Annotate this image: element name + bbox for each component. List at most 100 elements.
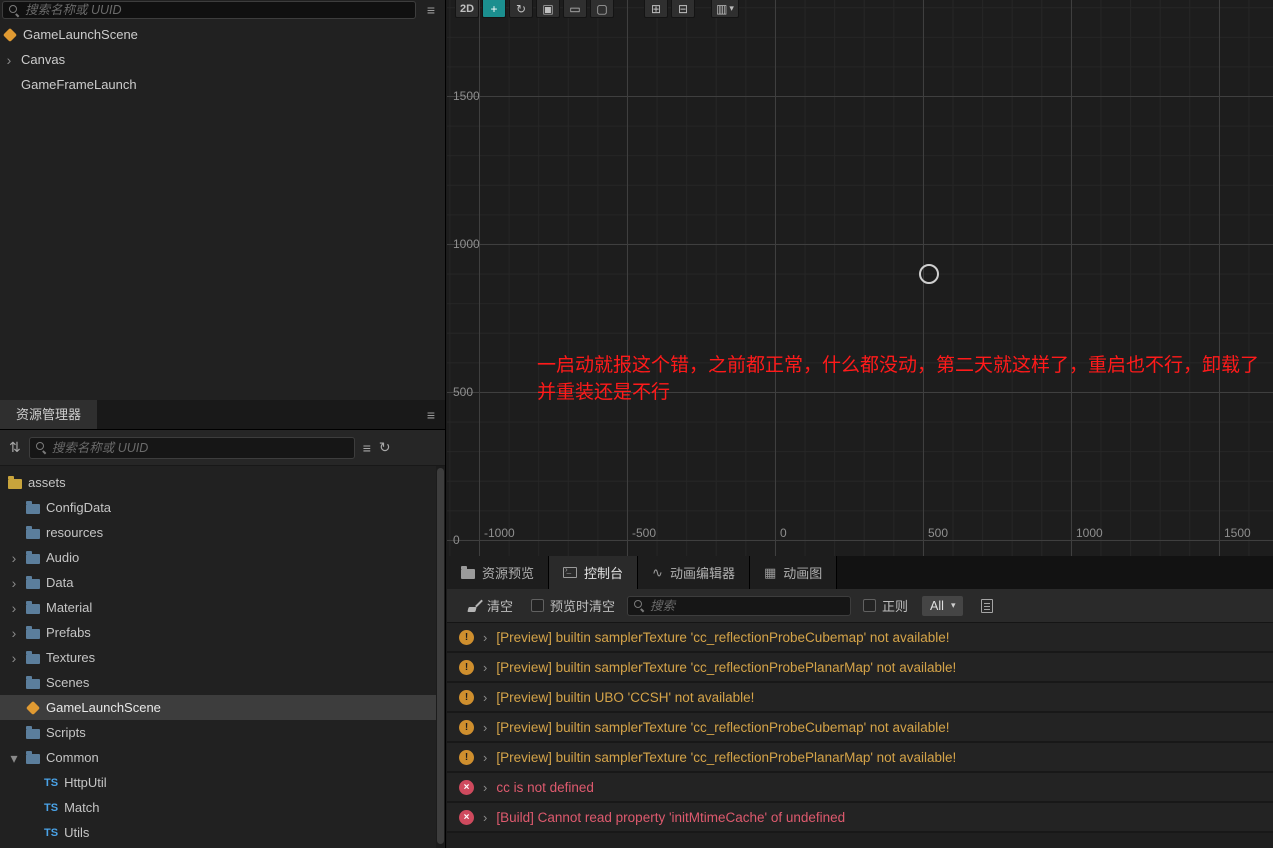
warning-icon: !	[459, 750, 474, 765]
asset-item[interactable]: TSUtils	[0, 820, 445, 845]
chevron-right-icon: ›	[8, 627, 20, 639]
hierarchy-item[interactable]: GameFrameLaunch	[0, 72, 445, 97]
asset-item[interactable]: ▾Common	[0, 745, 445, 770]
log-entry[interactable]: ! › [Preview] builtin samplerTexture 'cc_r…	[447, 713, 1273, 743]
chevron-right-icon[interactable]: ›	[483, 630, 487, 645]
asset-item-label: Data	[46, 575, 73, 590]
hierarchy-item[interactable]: GameLaunchScene	[0, 22, 445, 47]
folder-icon	[26, 679, 40, 689]
folder-icon	[26, 579, 40, 589]
collapse-tree-icon[interactable]: ⇅	[9, 439, 21, 456]
folder-icon	[461, 569, 475, 579]
hierarchy-search-row: ≡	[0, 0, 445, 22]
frame-snap-icon[interactable]: ⊟	[671, 0, 695, 18]
stats-button[interactable]: ▥▾	[711, 0, 739, 18]
log-entry[interactable]: !›[Preview] builtin UBO 'CCSH' not avail…	[447, 683, 1273, 713]
scene-toolbar: 2D+↻▣▭▢ ⊞⊟ ▥▾	[455, 0, 739, 18]
node-gizmo[interactable]	[919, 264, 939, 284]
asset-item-label: Utils	[64, 825, 89, 840]
assets-scrollbar[interactable]	[436, 466, 445, 848]
chevron-right-icon[interactable]: ›	[483, 780, 487, 795]
console-tab-3[interactable]: ∿动画编辑器	[638, 556, 750, 589]
asset-item[interactable]: resources	[0, 520, 445, 545]
scale-tool-button[interactable]: ▣	[536, 0, 560, 18]
assets-panel-tab[interactable]: 资源管理器	[0, 400, 97, 429]
rotate-tool-button[interactable]: ↻	[509, 0, 533, 18]
hierarchy-item-label: GameLaunchScene	[23, 27, 138, 42]
asset-item[interactable]: ›Textures	[0, 645, 445, 670]
asset-item[interactable]: TSHttpUtil	[0, 770, 445, 795]
gizmo-tool-button[interactable]: ▢	[590, 0, 614, 18]
log-entry[interactable]: ×›[Build] Cannot read property 'initMtim…	[447, 803, 1273, 833]
chevron-right-icon[interactable]: ›	[483, 720, 487, 735]
y-axis-tick: 500	[453, 385, 473, 399]
console-tab-bar: 资源预览控制台∿动画编辑器▦动画图	[447, 556, 1273, 589]
asset-item-label: resources	[46, 525, 103, 540]
error-icon: ×	[459, 780, 474, 795]
warning-icon: !	[459, 720, 474, 735]
console-tab-4[interactable]: ▦动画图	[750, 556, 837, 589]
asset-item[interactable]: › Prefabs	[0, 620, 445, 645]
hierarchy-search[interactable]	[2, 1, 416, 19]
warning-icon: !	[459, 630, 474, 645]
assets-menu-icon[interactable]: ≡	[417, 400, 445, 429]
console-panel: 资源预览控制台∿动画编辑器▦动画图 清空 预览时清空 正则 All ▾ !›[P…	[447, 556, 1273, 848]
x-axis-tick: 500	[928, 526, 948, 540]
console-tab-2[interactable]: 控制台	[549, 556, 638, 589]
log-filter-select[interactable]: All ▾	[922, 596, 963, 616]
hierarchy-menu-icon[interactable]: ≡	[423, 2, 439, 18]
move-tool-button[interactable]: +	[482, 0, 506, 18]
typescript-icon: TS	[44, 777, 58, 789]
2d-mode-button[interactable]: 2D	[455, 0, 479, 18]
asset-item[interactable]: Scenes	[0, 670, 445, 695]
regex-checkbox[interactable]	[863, 599, 876, 612]
chevron-right-icon[interactable]: ›	[483, 690, 487, 705]
chevron-down-icon: ▾	[8, 752, 20, 764]
chevron-right-icon[interactable]: ›	[483, 810, 487, 825]
asset-item[interactable]: Scripts	[0, 720, 445, 745]
log-filter-value: All	[930, 599, 944, 613]
list-view-icon[interactable]: ≡	[363, 440, 371, 456]
chevron-right-icon[interactable]: ›	[483, 660, 487, 675]
assets-search-input[interactable]	[52, 441, 348, 455]
refresh-icon[interactable]: ↻	[379, 439, 391, 456]
scene-viewport[interactable]: 2D+↻▣▭▢ ⊞⊟ ▥▾ 一启动就报这个错，之前都正常，什么都没动，第二天就这样了…	[447, 0, 1273, 556]
scene-icon	[3, 27, 17, 41]
grid-snap-icon[interactable]: ⊞	[644, 0, 668, 18]
log-file-icon[interactable]	[981, 599, 993, 613]
asset-item[interactable]: GameLaunchScene	[0, 695, 445, 720]
console-search-input[interactable]	[650, 599, 844, 613]
x-axis-tick: 1500	[1224, 526, 1251, 540]
y-axis-tick: 0	[453, 533, 460, 547]
asset-item-label: Scenes	[46, 675, 89, 690]
log-message: [Preview] builtin samplerTexture 'cc_ref…	[496, 720, 949, 735]
rect-tool-button[interactable]: ▭	[563, 0, 587, 18]
chevron-right-icon[interactable]: ›	[483, 750, 487, 765]
x-axis-tick: -1000	[484, 526, 515, 540]
clear-on-preview-checkbox[interactable]	[531, 599, 544, 612]
assets-search[interactable]	[29, 437, 355, 459]
asset-item-label: Audio	[46, 550, 79, 565]
asset-item[interactable]: assets	[0, 470, 445, 495]
scene-annotation: 一启动就报这个错，之前都正常，什么都没动，第二天就这样了，重启也不行，卸载了 并…	[537, 352, 1272, 406]
log-entry[interactable]: !›[Preview] builtin samplerTexture 'cc_r…	[447, 653, 1273, 683]
asset-item-label: Prefabs	[46, 625, 91, 640]
asset-item[interactable]: ›Data	[0, 570, 445, 595]
clear-button[interactable]: 清空	[467, 596, 513, 615]
log-entry[interactable]: !›[Preview] builtin samplerTexture 'cc_r…	[447, 743, 1273, 773]
asset-item[interactable]: ›Audio	[0, 545, 445, 570]
hierarchy-panel: ≡ GameLaunchScene ›CanvasGameFrameLaunch	[0, 0, 445, 400]
console-toolbar: 清空 预览时清空 正则 All ▾	[447, 589, 1273, 623]
asset-item[interactable]: ConfigData	[0, 495, 445, 520]
asset-item-label: ConfigData	[46, 500, 111, 515]
clear-on-preview-label: 预览时清空	[550, 596, 615, 615]
asset-item[interactable]: TSMatch	[0, 795, 445, 820]
asset-item[interactable]: ›Material	[0, 595, 445, 620]
console-tab-1[interactable]: 资源预览	[447, 556, 549, 589]
scrollbar-thumb[interactable]	[437, 468, 444, 844]
console-search[interactable]	[627, 596, 851, 616]
hierarchy-search-input[interactable]	[25, 3, 409, 17]
hierarchy-item[interactable]: ›Canvas	[0, 47, 445, 72]
log-entry[interactable]: !›[Preview] builtin samplerTexture 'cc_r…	[447, 623, 1273, 653]
log-entry[interactable]: ×›cc is not defined	[447, 773, 1273, 803]
